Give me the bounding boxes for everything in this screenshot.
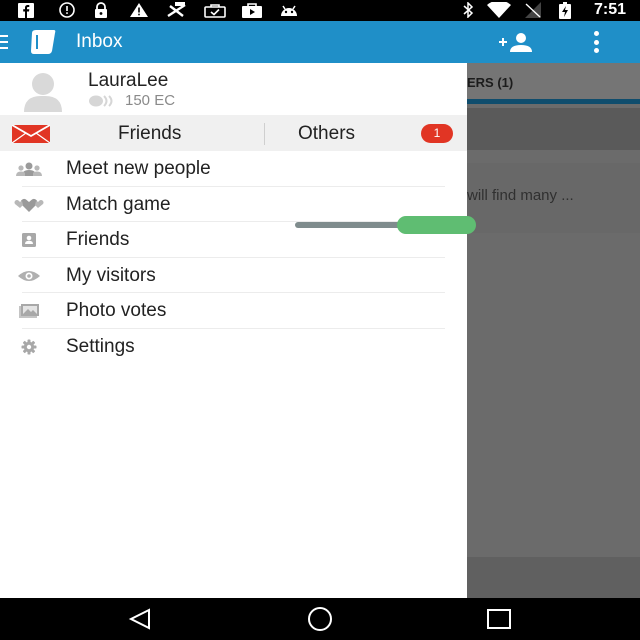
menu-icon[interactable] — [0, 35, 8, 49]
home-icon[interactable] — [305, 606, 335, 632]
android-icon — [278, 2, 300, 18]
background-content: ERS (1) will find many ... — [467, 63, 640, 598]
slider-thumb[interactable] — [397, 216, 476, 234]
credits-balance: 150 EC — [125, 92, 176, 109]
battery-icon — [557, 1, 573, 19]
overflow-menu-icon[interactable] — [586, 29, 606, 55]
background-tab-label: ERS (1) — [467, 75, 514, 90]
add-person-icon[interactable] — [497, 30, 537, 54]
message-tabs: Friends Others 1 — [0, 115, 467, 151]
mail-icon[interactable] — [11, 124, 51, 144]
drag-slider[interactable] — [295, 216, 476, 234]
status-time: 7:51 — [593, 1, 626, 18]
menu-item-my-visitors[interactable]: My visitors — [0, 258, 467, 293]
signal-icon — [522, 2, 544, 18]
hearts-icon — [14, 195, 44, 215]
background-bottom-bar — [467, 557, 640, 598]
system-nav-bar — [0, 598, 640, 640]
menu-item-label: Settings — [66, 335, 135, 357]
background-tab-indicator — [467, 99, 640, 104]
menu-item-label: Photo votes — [66, 300, 167, 321]
status-bar: 7:51 — [0, 0, 640, 21]
background-preview-text: will find many ... — [467, 187, 574, 204]
play-store-bag-icon — [240, 2, 264, 18]
lock-icon — [93, 2, 109, 18]
menu-item-photo-votes[interactable]: Photo votes — [0, 293, 467, 329]
back-icon[interactable] — [125, 606, 155, 632]
background-tab-bar: ERS (1) — [467, 63, 640, 101]
background-band — [467, 108, 640, 150]
profile-header[interactable]: LauraLee 150 EC — [0, 63, 467, 115]
menu-item-meet-new-people[interactable]: Meet new people — [0, 151, 467, 187]
menu-item-label: Meet new people — [66, 158, 211, 179]
photos-icon — [14, 301, 44, 321]
drawer-menu: Meet new people Match game Friends My vi… — [0, 151, 467, 364]
navigation-drawer: LauraLee 150 EC Friends Others 1 Meet ne… — [0, 63, 467, 598]
alert-circle-icon — [58, 2, 76, 18]
people-icon — [14, 159, 44, 179]
menu-item-settings[interactable]: Settings — [0, 329, 467, 365]
others-count-badge: 1 — [421, 124, 453, 143]
warning-icon — [128, 2, 150, 18]
coins-icon — [88, 94, 118, 107]
fail-icon — [164, 2, 190, 18]
page-title: Inbox — [76, 31, 123, 52]
avatar[interactable] — [22, 70, 64, 112]
tab-friends[interactable]: Friends — [118, 123, 181, 145]
tab-others[interactable]: Others — [298, 123, 355, 145]
menu-item-label: My visitors — [66, 264, 156, 286]
tab-divider — [264, 123, 265, 145]
app-logo-icon — [28, 29, 60, 55]
contact-card-icon — [14, 230, 44, 250]
eye-icon — [14, 266, 44, 286]
menu-item-label: Friends — [66, 229, 130, 250]
menu-item-label: Match game — [66, 193, 171, 215]
app-bar: Inbox — [0, 21, 640, 63]
username: LauraLee — [88, 70, 169, 91]
bluetooth-icon — [460, 2, 476, 18]
wifi-icon — [486, 2, 512, 18]
gear-icon — [14, 337, 44, 357]
recents-icon[interactable] — [484, 606, 514, 632]
briefcase-check-icon — [203, 2, 227, 18]
facebook-icon — [18, 2, 34, 18]
